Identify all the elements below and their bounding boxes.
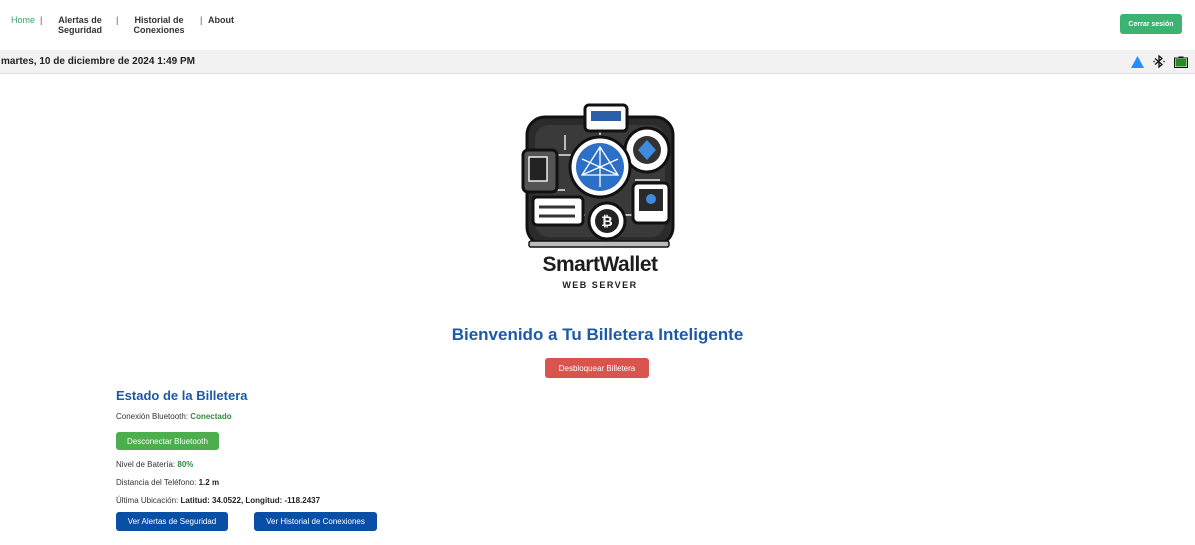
- nav-history-link[interactable]: Historial de Conexiones: [133, 15, 185, 35]
- logout-button[interactable]: Cerrar sesión: [1120, 14, 1182, 34]
- bluetooth-status-row: Conexión Bluetooth: Conectado: [116, 412, 232, 421]
- top-nav: Home | Alertas de Seguridad | Historial …: [0, 0, 1195, 50]
- bluetooth-status-value: Conectado: [190, 412, 232, 421]
- disconnect-bluetooth-button[interactable]: Desconectar Bluetooth: [116, 432, 219, 450]
- nav-home-link[interactable]: Home: [11, 15, 35, 25]
- distance-row: Distancia del Teléfono: 1.2 m: [116, 478, 219, 487]
- battery-row: Nivel de Batería: 80%: [116, 460, 193, 469]
- battery-label: Nivel de Batería:: [116, 460, 176, 469]
- svg-text:₿: ₿: [601, 213, 612, 229]
- status-bar: martes, 10 de diciembre de 2024 1:49 PM: [0, 50, 1195, 74]
- smartwallet-logo: ₿ SmartWallet WEB SERVER: [515, 95, 685, 300]
- logo-title: SmartWallet: [542, 253, 658, 276]
- battery-icon: [1174, 56, 1188, 68]
- battery-value: 80%: [177, 460, 194, 469]
- status-icons: [1131, 55, 1188, 68]
- unlock-wallet-button[interactable]: Desbloquear Billetera: [545, 358, 649, 378]
- location-row: Última Ubicación: Latitud: 34.0522, Long…: [116, 496, 320, 505]
- logo-subtitle: WEB SERVER: [562, 280, 638, 290]
- circuit-wallet-logo-icon: ₿: [521, 103, 675, 248]
- datetime-display: martes, 10 de diciembre de 2024 1:49 PM: [1, 56, 195, 67]
- nav-separator: |: [40, 15, 43, 25]
- bluetooth-icon: [1153, 55, 1165, 68]
- distance-label: Distancia del Teléfono:: [116, 478, 197, 487]
- wifi-signal-icon: [1131, 55, 1144, 68]
- distance-value: 1.2 m: [198, 478, 220, 487]
- view-security-alerts-button[interactable]: Ver Alertas de Seguridad: [116, 512, 228, 531]
- nav-separator: |: [200, 15, 203, 25]
- bluetooth-label: Conexión Bluetooth:: [116, 412, 189, 421]
- nav-alerts-link[interactable]: Alertas de Seguridad: [56, 15, 104, 35]
- welcome-heading: Bienvenido a Tu Billetera Inteligente: [451, 325, 744, 344]
- nav-about-link[interactable]: About: [208, 15, 234, 25]
- location-value: Latitud: 34.0522, Longitud: -118.2437: [180, 496, 321, 505]
- location-label: Última Ubicación:: [116, 496, 179, 505]
- view-connection-history-button[interactable]: Ver Historial de Conexiones: [254, 512, 377, 531]
- wallet-status-title: Estado de la Billetera: [116, 388, 248, 403]
- nav-separator: |: [116, 15, 119, 25]
